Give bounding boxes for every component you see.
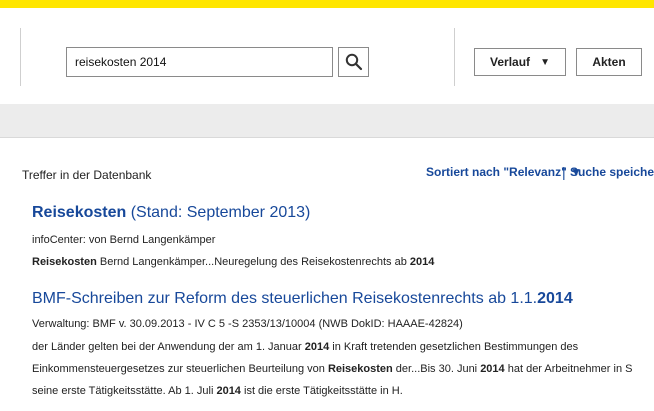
snippet-text: der Länder gelten bei der Anwendung der … (32, 341, 305, 353)
snippet-highlight: Reisekosten (327, 363, 393, 375)
link-separator: | (562, 164, 566, 180)
files-button[interactable]: Akten (576, 48, 642, 76)
result-title[interactable]: BMF-Schreiben zur Reform des steuerliche… (32, 290, 573, 308)
caret-down-icon: ▼ (540, 56, 550, 68)
snippet-highlight: 2014 (216, 385, 241, 397)
history-dropdown[interactable]: Verlauf ▼ (474, 48, 566, 76)
search-icon (345, 53, 362, 71)
toolbar: Verlauf ▼ Akten (0, 8, 654, 105)
result-title-keyword: Reisekosten (32, 204, 127, 221)
snippet-highlight: Reisekosten (32, 256, 97, 268)
history-label: Verlauf (490, 55, 531, 69)
result-title-keyword: 2014 (537, 290, 573, 307)
snippet-text: Bernd Langenkämper...Neuregelung des Rei… (96, 256, 410, 268)
result-meta: Verwaltung: BMF v. 30.09.2013 - IV C 5 -… (32, 318, 463, 330)
save-search-label: Suche speichern (570, 165, 654, 179)
toolbar-divider (454, 28, 455, 86)
files-label: Akten (592, 55, 626, 69)
search-input[interactable] (66, 47, 333, 77)
snippet-highlight: 2014 (409, 256, 435, 268)
toolbar-divider (20, 28, 21, 86)
search-button[interactable] (338, 47, 369, 77)
snippet-text: Einkommensteuergesetzes zur steuerlichen… (32, 363, 328, 375)
result-meta: infoCenter: von Bernd Langenkämper (32, 234, 216, 246)
snippet-text: ist die erste Tätigkeitsstätte in H. (240, 385, 403, 397)
snippet-highlight: 2014 (480, 363, 505, 375)
results-panel: Treffer in der Datenbank Sortiert nach "… (0, 138, 654, 411)
gray-strip (0, 104, 654, 138)
result-snippet-line: seine erste Tätigkeitsstätte. Ab 1. Juli… (32, 385, 403, 397)
snippet-text: in Kraft tretenden gesetzlichen Bestimmu… (329, 341, 579, 353)
snippet-text: der...Bis 30. Juni (392, 363, 481, 375)
top-accent-bar (0, 0, 654, 8)
result-title[interactable]: Reisekosten (Stand: September 2013) (32, 204, 310, 222)
sort-dropdown[interactable]: Sortiert nach "Relevanz" ▼ (426, 165, 582, 179)
sort-label: Sortiert nach "Relevanz" (426, 165, 567, 179)
result-snippet-line: der Länder gelten bei der Anwendung der … (32, 341, 578, 353)
snippet-text: seine erste Tätigkeitsstätte. Ab 1. Juli (32, 385, 217, 397)
results-header: Treffer in der Datenbank (22, 168, 152, 182)
snippet-text: hat der Arbeitnehmer in S (504, 363, 633, 375)
result-snippet-line: Einkommensteuergesetzes zur steuerlichen… (32, 363, 632, 375)
snippet-highlight: 2014 (304, 341, 330, 353)
save-search-link[interactable]: Suche speichern (570, 165, 654, 179)
result-snippet: Reisekosten Bernd Langenkämper...Neurege… (32, 256, 434, 268)
result-title-text: (Stand: September 2013) (126, 204, 311, 221)
result-title-text: BMF-Schreiben zur Reform des steuerliche… (32, 290, 538, 307)
